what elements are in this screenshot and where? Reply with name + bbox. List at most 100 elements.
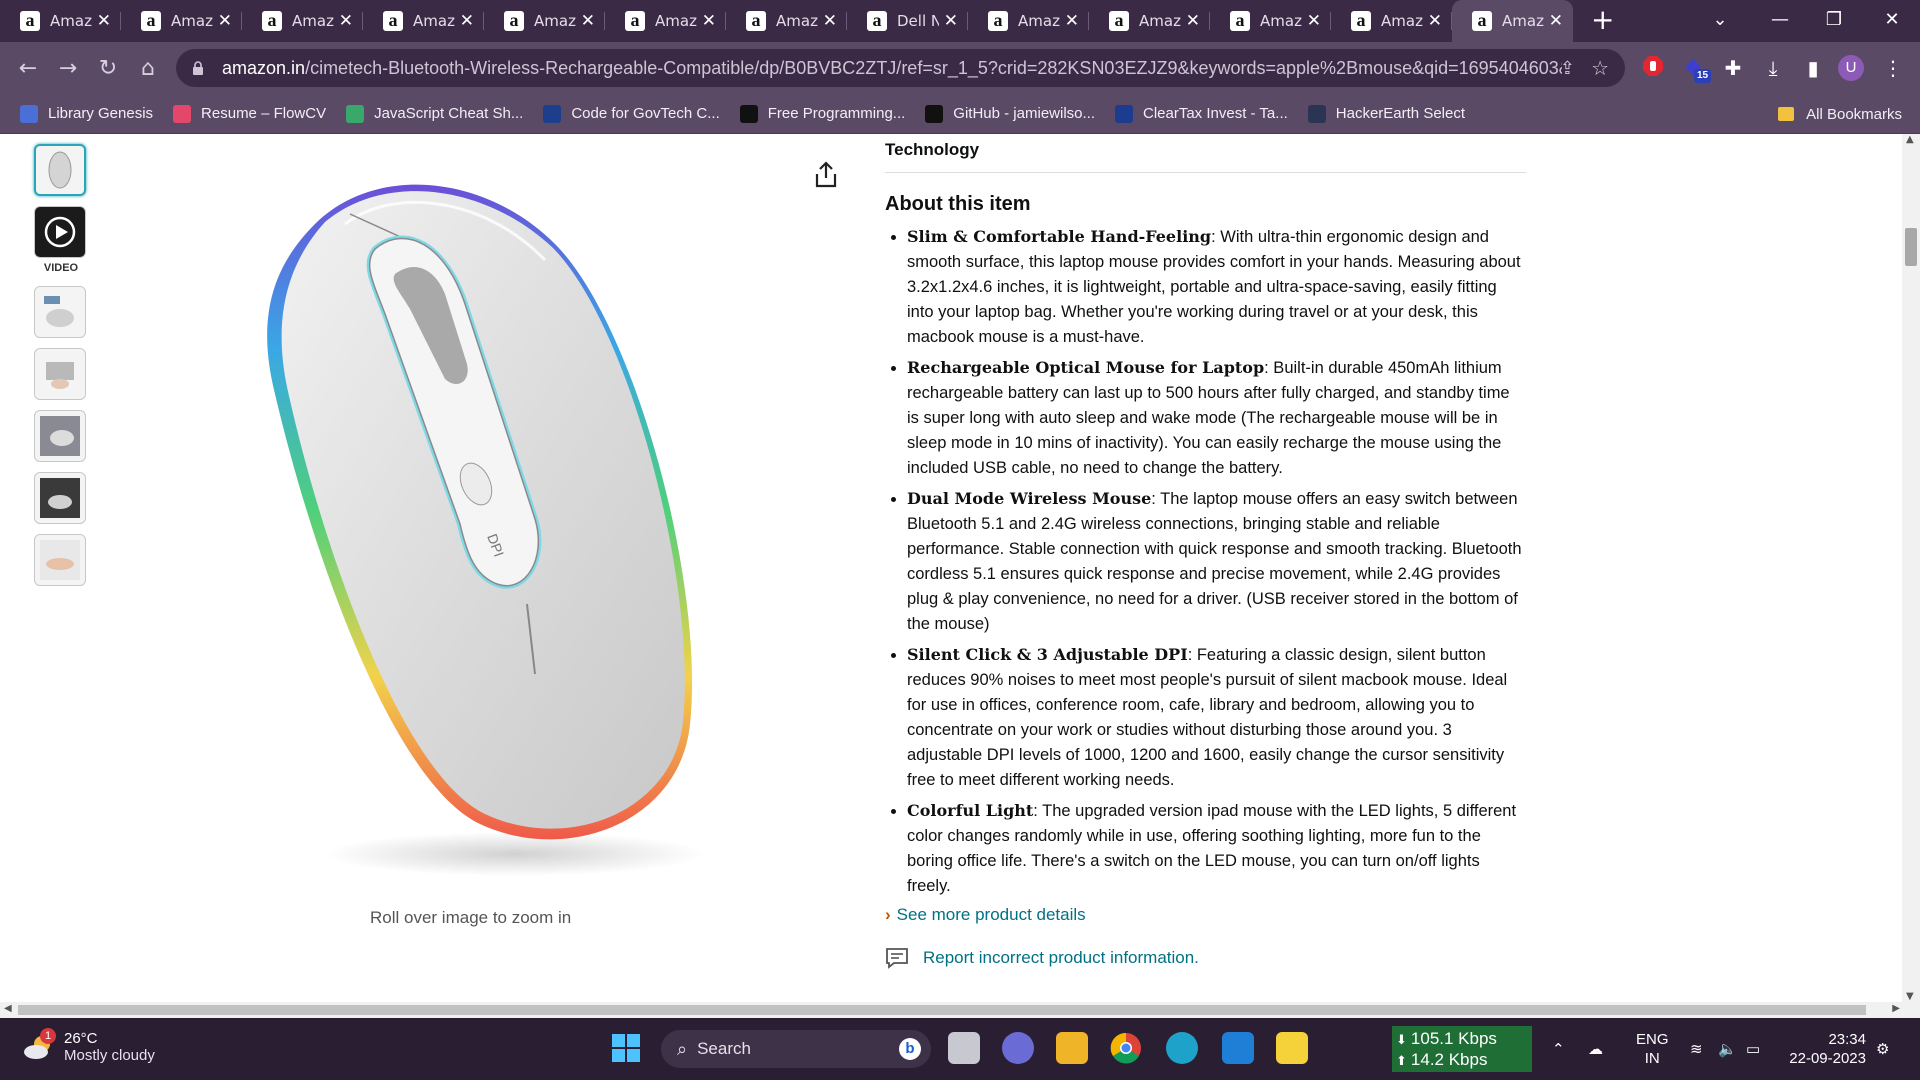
browser-tab[interactable]: a Amazon ✕	[1210, 0, 1331, 42]
vscode-icon[interactable]	[1222, 1032, 1254, 1064]
download-icon[interactable]: ⤓	[1760, 55, 1786, 81]
home-icon[interactable]: ⌂	[128, 56, 168, 81]
adblock-extension-icon[interactable]	[1640, 55, 1666, 81]
back-icon[interactable]: ←	[8, 56, 48, 81]
bookmark-item[interactable]: GitHub - jamiewilso...	[925, 104, 1095, 123]
notification-icon[interactable]: ⚙	[1876, 1018, 1889, 1080]
scroll-right-icon[interactable]: ▶	[1892, 1003, 1900, 1014]
browser-tab[interactable]: a Amazon ✕	[726, 0, 847, 42]
close-tab-icon[interactable]: ✕	[823, 11, 837, 31]
close-tab-icon[interactable]: ✕	[1428, 11, 1442, 31]
browser-tab[interactable]: a Amazon ✕	[605, 0, 726, 42]
reload-icon[interactable]: ↻	[88, 56, 128, 81]
bookmark-item[interactable]: Library Genesis	[20, 104, 153, 123]
all-bookmarks[interactable]: All Bookmarks	[1778, 94, 1902, 134]
file-explorer-icon[interactable]	[1056, 1032, 1088, 1064]
menu-kebab-icon[interactable]: ⋮	[1880, 55, 1906, 81]
feature-bullet: Slim & Comfortable Hand-Feeling: With ul…	[907, 224, 1526, 350]
bookmark-item[interactable]: HackerEarth Select	[1307, 104, 1465, 123]
close-tab-icon[interactable]: ✕	[1065, 11, 1079, 31]
thumbnail-image-1[interactable]	[34, 144, 86, 196]
browser-tab[interactable]: a Amazon ✕	[363, 0, 484, 42]
side-panel-icon[interactable]: ▮	[1800, 55, 1826, 81]
close-window-button[interactable]: ✕	[1862, 0, 1920, 42]
weather-widget[interactable]: 1 26°C Mostly cloudy	[22, 1028, 155, 1064]
browser-tab[interactable]: a Amazon ✕	[968, 0, 1089, 42]
edge-icon[interactable]	[1166, 1032, 1198, 1064]
thumbnail-image-2[interactable]	[34, 286, 86, 338]
bookmark-label: Resume – FlowCV	[201, 105, 327, 122]
bookmark-label: GitHub - jamiewilso...	[953, 105, 1095, 122]
browser-tab[interactable]: a Amazon ✕	[1452, 0, 1573, 42]
address-bar[interactable]: amazon.in/cimetech-Bluetooth-Wireless-Re…	[176, 49, 1625, 87]
product-image-mouse[interactable]: DPI	[235, 164, 705, 884]
bookmark-item[interactable]: Code for GovTech C...	[543, 104, 720, 123]
forward-icon[interactable]: →	[48, 56, 88, 81]
tab-strip: a Amazon ✕ a Amazon ✕ a Amazon ✕ a Amazon ✕ a Amazon ✕…	[0, 0, 1920, 42]
taskbar-search[interactable]: ⌕ Search b	[661, 1030, 931, 1068]
minimize-button[interactable]: —	[1750, 0, 1810, 42]
tab-title: Amazon	[1139, 12, 1181, 30]
language-indicator[interactable]: ENG IN	[1636, 1018, 1669, 1080]
report-link[interactable]: Report incorrect product information.	[885, 947, 1526, 969]
show-hidden-icons[interactable]: ⌃	[1552, 1018, 1565, 1080]
close-tab-icon[interactable]: ✕	[944, 11, 958, 31]
close-tab-icon[interactable]: ✕	[339, 11, 353, 31]
horizontal-scroll-thumb[interactable]	[18, 1005, 1866, 1015]
clock[interactable]: 23:34 22-09-2023	[1789, 1030, 1866, 1068]
bookmark-star-icon[interactable]: ☆	[1591, 56, 1609, 80]
close-tab-icon[interactable]: ✕	[1307, 11, 1321, 31]
url-text[interactable]: amazon.in/cimetech-Bluetooth-Wireless-Re…	[222, 58, 1562, 79]
thumbnail-image-3[interactable]	[34, 348, 86, 400]
battery-icon[interactable]: ▭	[1746, 1018, 1760, 1080]
extensions-puzzle-icon[interactable]: ✚	[1720, 55, 1746, 81]
restore-button[interactable]: ❐	[1804, 0, 1864, 42]
browser-tab[interactable]: a Amazon ✕	[1089, 0, 1210, 42]
browser-tab[interactable]: a Amazon ✕	[121, 0, 242, 42]
thumbnail-image-4[interactable]	[34, 410, 86, 462]
close-tab-icon[interactable]: ✕	[581, 11, 595, 31]
see-more-link[interactable]: › See more product details	[885, 905, 1526, 925]
windows-start-icon[interactable]	[610, 1032, 642, 1064]
share-icon[interactable]	[812, 160, 840, 190]
bookmark-item[interactable]: Free Programming...	[739, 104, 906, 123]
scroll-up-icon[interactable]: ▲	[1906, 134, 1914, 145]
browser-tab[interactable]: a Amazon ✕	[242, 0, 363, 42]
vertical-scroll-thumb[interactable]	[1905, 228, 1917, 266]
thumbnail-video[interactable]	[34, 206, 86, 258]
extension-icon[interactable]: 15	[1680, 55, 1712, 83]
close-tab-icon[interactable]: ✕	[702, 11, 716, 31]
close-tab-icon[interactable]: ✕	[1186, 11, 1200, 31]
close-tab-icon[interactable]: ✕	[460, 11, 474, 31]
close-tab-icon[interactable]: ✕	[218, 11, 232, 31]
browser-tab[interactable]: a Amazon ✕	[0, 0, 121, 42]
tab-search-icon[interactable]: ⌄	[1690, 0, 1750, 42]
bookmark-item[interactable]: ClearTax Invest - Ta...	[1115, 104, 1288, 123]
chrome-icon[interactable]	[1110, 1032, 1142, 1064]
horizontal-scrollbar[interactable]: ◀ ▶	[0, 1002, 1920, 1018]
profile-avatar[interactable]: U	[1838, 55, 1864, 81]
wifi-icon[interactable]: ≋	[1690, 1018, 1703, 1080]
browser-tab[interactable]: a Amazon ✕	[1331, 0, 1452, 42]
onedrive-icon[interactable]: ☁	[1588, 1018, 1603, 1080]
page-content: VIDEO DPI Roll over image to zoom in Tec…	[0, 134, 1920, 1002]
bookmark-label: Free Programming...	[767, 105, 906, 122]
browser-tab[interactable]: a Dell N ✕	[847, 0, 968, 42]
teams-chat-icon[interactable]	[1002, 1032, 1034, 1064]
new-tab-button[interactable]: +	[1591, 0, 1614, 42]
share-page-icon[interactable]: ⇪	[1560, 58, 1575, 79]
close-tab-icon[interactable]: ✕	[97, 11, 111, 31]
weather-badge: 1	[40, 1028, 56, 1044]
scroll-down-icon[interactable]: ▼	[1906, 991, 1914, 1002]
close-tab-icon[interactable]: ✕	[1549, 11, 1563, 31]
thumbnail-image-6[interactable]	[34, 534, 86, 586]
thumbnail-image-5[interactable]	[34, 472, 86, 524]
scroll-left-icon[interactable]: ◀	[4, 1003, 12, 1014]
volume-icon[interactable]: 🔈	[1718, 1018, 1737, 1080]
sticky-notes-icon[interactable]	[1276, 1032, 1308, 1064]
task-view-icon[interactable]	[948, 1032, 980, 1064]
browser-tab[interactable]: a Amazon ✕	[484, 0, 605, 42]
bookmark-item[interactable]: JavaScript Cheat Sh...	[346, 104, 523, 123]
bookmark-item[interactable]: Resume – FlowCV	[173, 104, 327, 123]
vertical-scrollbar[interactable]: ▲ ▼	[1902, 134, 1920, 1002]
